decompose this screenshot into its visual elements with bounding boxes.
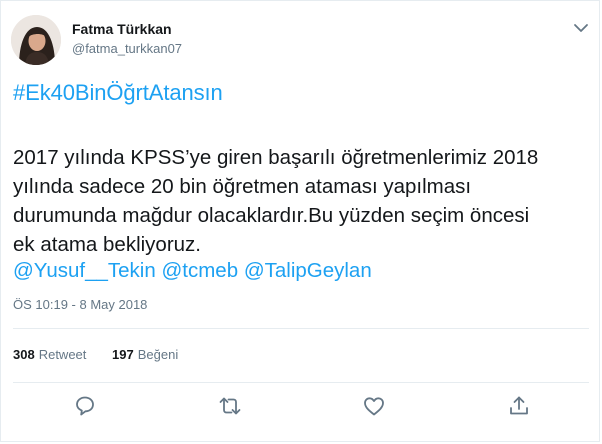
like-count: 197	[112, 347, 134, 362]
user-handle[interactable]: @fatma_turkkan07	[72, 41, 182, 56]
tweet-text: 2017 yılında KPSS’ye giren başarılı öğre…	[13, 143, 593, 259]
tweet-text-line: 2017 yılında KPSS’ye giren başarılı öğre…	[13, 146, 539, 169]
share-icon	[510, 396, 528, 415]
action-bar	[1, 389, 601, 423]
mentions: @Yusuf__Tekin @tcmeb @TalipGeylan	[13, 256, 372, 285]
user-name[interactable]: Fatma Türkkan	[72, 21, 172, 37]
mention-link[interactable]: @Yusuf__Tekin	[13, 259, 156, 282]
chevron-down-icon[interactable]	[572, 21, 590, 35]
tweet-stats: 308 Retweet 197 Beğeni	[13, 347, 200, 362]
avatar[interactable]	[11, 15, 61, 65]
tweet-text-line: ek atama bekliyoruz.	[13, 233, 202, 256]
retweet-button[interactable]	[216, 392, 244, 420]
tweet-text-line: durumunda mağdur olacaklardır.Bu yüzden …	[13, 204, 530, 227]
like-count-label: Beğeni	[137, 347, 179, 362]
timestamp[interactable]: ÖS 10:19 - 8 May 2018	[13, 297, 147, 312]
divider	[13, 382, 589, 383]
mention-link[interactable]: @tcmeb	[161, 259, 238, 282]
retweet-count-link[interactable]: 308 Retweet	[13, 347, 86, 362]
reply-icon	[76, 396, 94, 416]
like-button[interactable]	[360, 392, 388, 420]
tweet-card: Fatma Türkkan @fatma_turkkan07 #Ek40BinÖ…	[0, 0, 600, 442]
retweet-count: 308	[13, 347, 35, 362]
tweet-text-line: yılında sadece 20 bin öğretmen ataması y…	[13, 175, 472, 198]
mention-link[interactable]: @TalipGeylan	[244, 259, 372, 282]
like-count-link[interactable]: 197 Beğeni	[112, 347, 178, 362]
heart-icon	[364, 397, 384, 416]
divider	[13, 328, 589, 329]
share-button[interactable]	[505, 392, 533, 420]
reply-button[interactable]	[71, 392, 99, 420]
retweet-icon	[219, 397, 241, 415]
hashtag-link[interactable]: #Ek40BinÖğrtAtansın	[13, 80, 223, 106]
retweet-count-label: Retweet	[38, 347, 87, 362]
